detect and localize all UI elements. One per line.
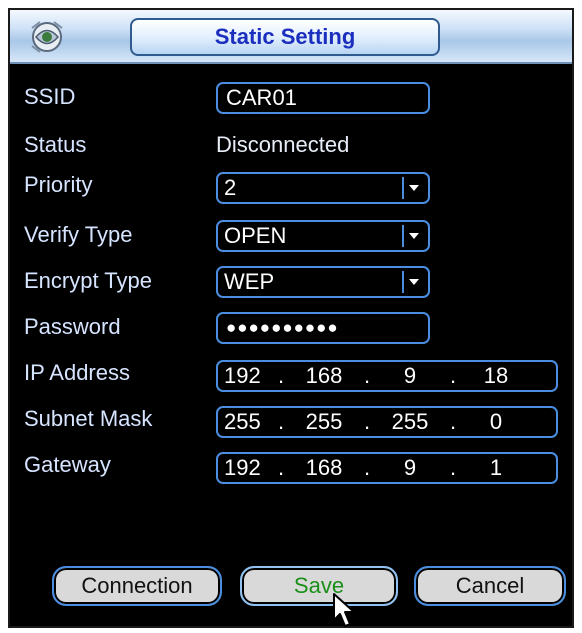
ip-octet[interactable]: 9 bbox=[376, 363, 444, 389]
subnet-mask-input[interactable]: 255 . 255 . 255 . 0 bbox=[216, 406, 558, 438]
subnet-octet[interactable]: 0 bbox=[462, 409, 530, 435]
password-label: Password bbox=[24, 314, 121, 339]
priority-select[interactable]: 2 bbox=[216, 172, 430, 204]
ip-dot: . bbox=[277, 363, 285, 388]
chevron-down-icon[interactable] bbox=[402, 271, 424, 293]
subnet-mask-label: Subnet Mask bbox=[24, 406, 153, 431]
verify-type-select[interactable]: OPEN bbox=[216, 220, 430, 252]
chevron-down-icon[interactable] bbox=[402, 225, 424, 247]
ip-dot: . bbox=[363, 363, 371, 388]
gateway-octet[interactable]: 9 bbox=[376, 455, 444, 481]
subnet-octet[interactable]: 255 bbox=[290, 409, 358, 435]
gateway-dot: . bbox=[363, 455, 371, 480]
subnet-dot: . bbox=[449, 409, 457, 434]
gateway-dot: . bbox=[449, 455, 457, 480]
gateway-label: Gateway bbox=[24, 452, 111, 477]
connection-button-label: Connection bbox=[81, 573, 193, 598]
password-value: ●●●●●●●●●● bbox=[226, 318, 339, 337]
ip-address-label: IP Address bbox=[24, 360, 130, 385]
gateway-input[interactable]: 192 . 168 . 9 . 1 bbox=[216, 452, 558, 484]
gateway-octet[interactable]: 192 bbox=[218, 455, 272, 481]
ip-octet[interactable]: 168 bbox=[290, 363, 358, 389]
title-bar: Static Setting bbox=[10, 10, 572, 64]
priority-value: 2 bbox=[224, 175, 237, 200]
subnet-octet[interactable]: 255 bbox=[218, 409, 272, 435]
chevron-down-icon[interactable] bbox=[402, 177, 424, 199]
app-logo-icon bbox=[31, 21, 63, 53]
status-value: Disconnected bbox=[216, 132, 350, 157]
ssid-input[interactable]: CAR01 bbox=[216, 82, 430, 114]
gateway-octet[interactable]: 1 bbox=[462, 455, 530, 481]
ssid-label: SSID bbox=[24, 84, 76, 109]
verify-type-value: OPEN bbox=[224, 223, 287, 248]
priority-label: Priority bbox=[24, 172, 93, 197]
mouse-pointer-icon bbox=[333, 593, 355, 627]
title-pill: Static Setting bbox=[130, 18, 440, 56]
cancel-button[interactable]: Cancel bbox=[414, 566, 566, 606]
connection-button[interactable]: Connection bbox=[52, 566, 222, 606]
subnet-dot: . bbox=[363, 409, 371, 434]
cancel-button-label: Cancel bbox=[455, 573, 525, 598]
encrypt-type-label: Encrypt Type bbox=[24, 268, 152, 293]
ip-octet[interactable]: 192 bbox=[218, 363, 272, 389]
ip-address-input[interactable]: 192 . 168 . 9 . 18 bbox=[216, 360, 558, 392]
encrypt-type-select[interactable]: WEP bbox=[216, 266, 430, 298]
subnet-dot: . bbox=[277, 409, 285, 434]
gateway-octet[interactable]: 168 bbox=[290, 455, 358, 481]
ssid-value: CAR01 bbox=[226, 85, 297, 110]
static-setting-dialog: Static Setting SSID CAR01 Status Disconn… bbox=[8, 8, 574, 628]
gateway-dot: . bbox=[277, 455, 285, 480]
ip-dot: . bbox=[449, 363, 457, 388]
status-label: Status bbox=[24, 132, 87, 157]
password-input[interactable]: ●●●●●●●●●● bbox=[216, 312, 430, 344]
verify-type-label: Verify Type bbox=[24, 222, 133, 247]
ip-octet[interactable]: 18 bbox=[462, 363, 530, 389]
encrypt-type-value: WEP bbox=[224, 269, 275, 294]
dialog-title: Static Setting bbox=[214, 24, 356, 49]
save-button[interactable]: Save bbox=[240, 566, 398, 606]
subnet-octet[interactable]: 255 bbox=[376, 409, 444, 435]
